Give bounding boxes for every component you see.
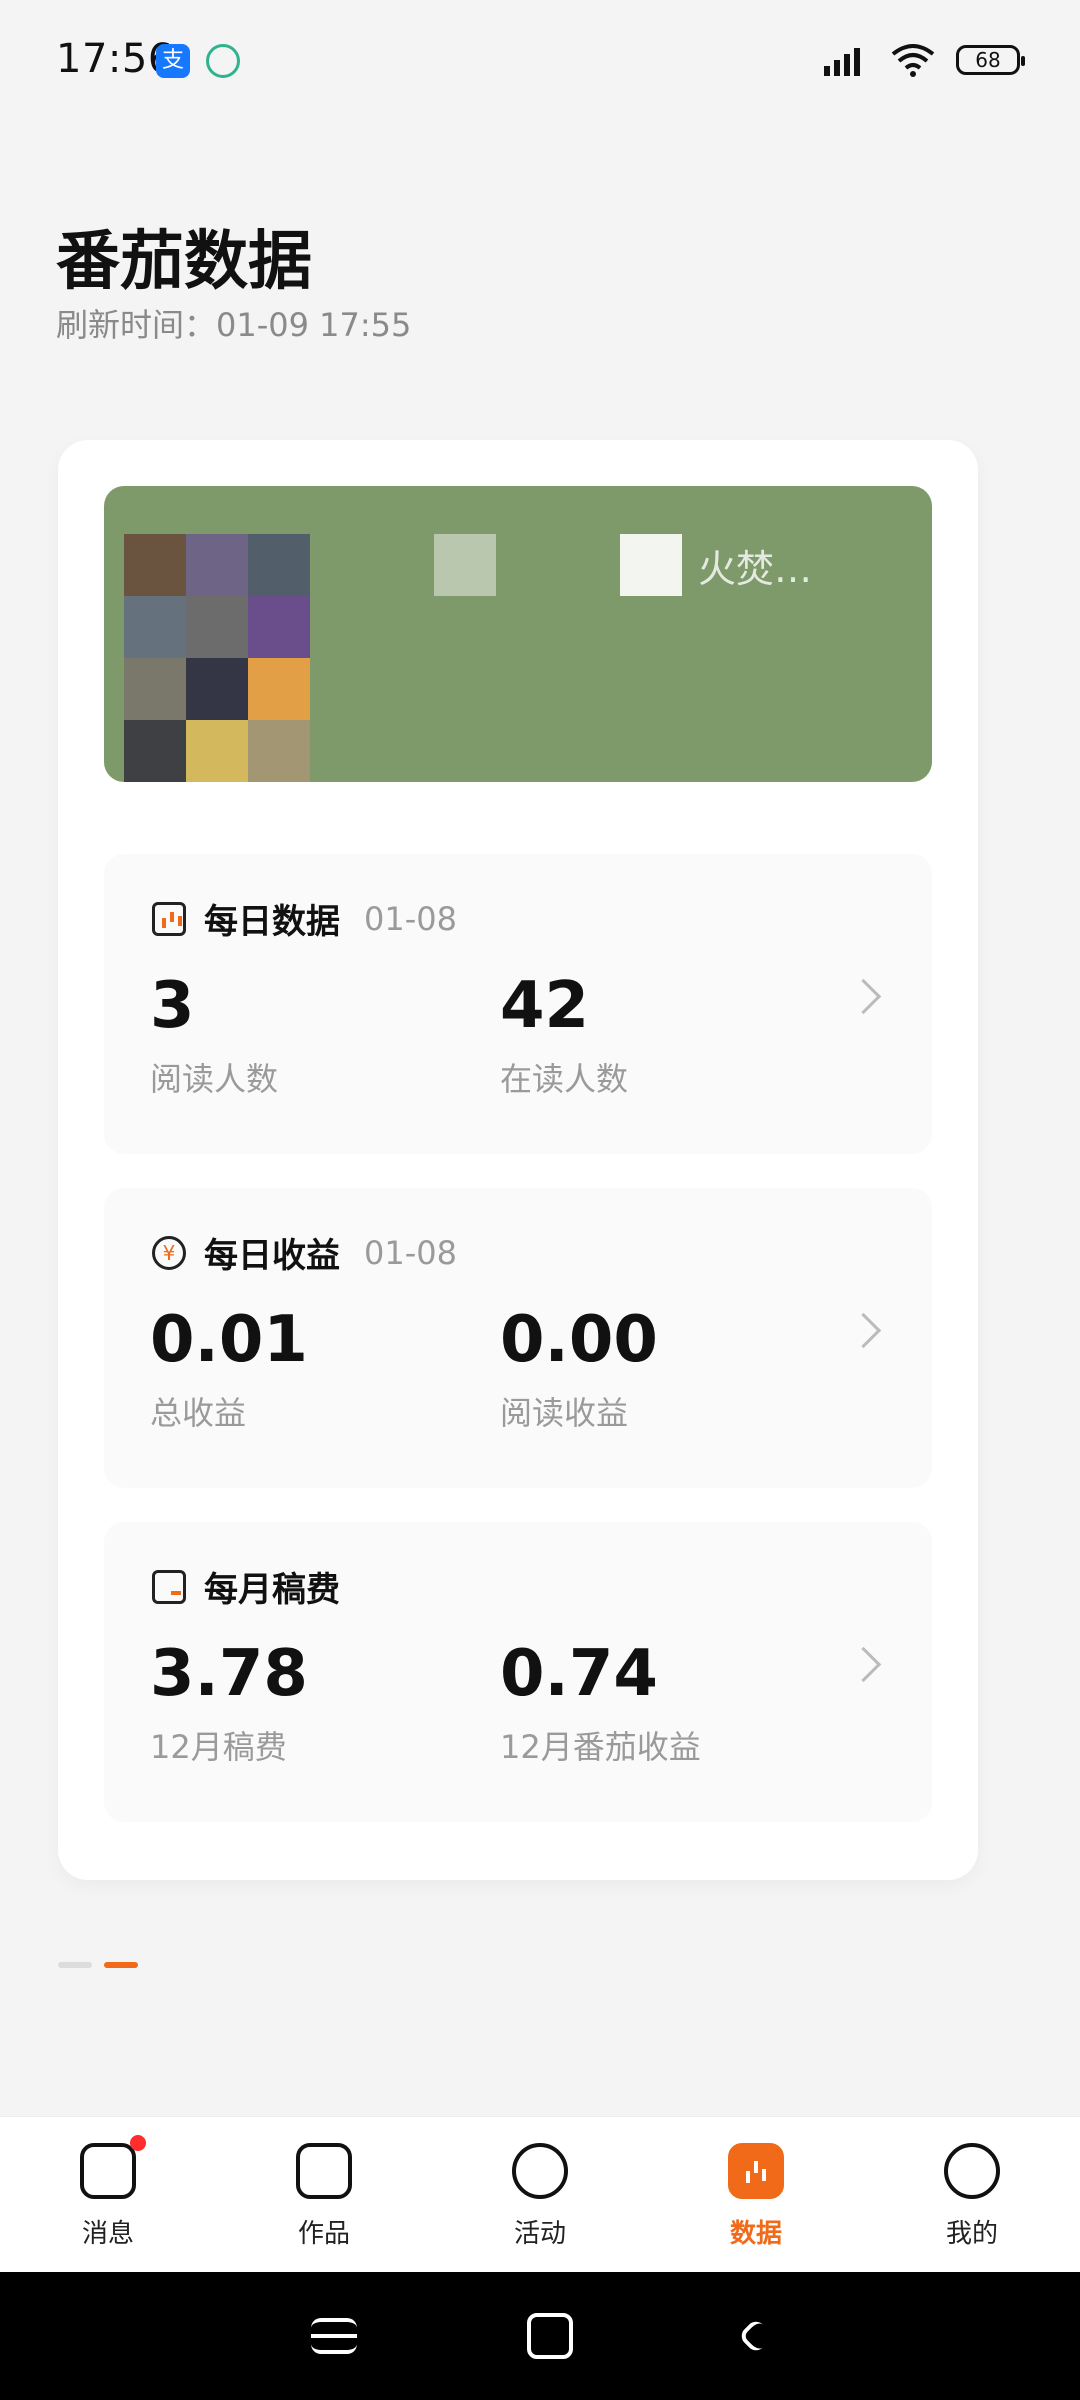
data-icon: [728, 2143, 784, 2199]
compass-icon: [512, 2143, 568, 2199]
signal-icon: [824, 48, 860, 76]
stat-readers: 3 阅读人数: [150, 974, 278, 1100]
section-title: 每日收益: [204, 1236, 340, 1276]
back-icon[interactable]: [737, 2317, 775, 2355]
stat-value: 0.74: [500, 1637, 658, 1711]
stat-label: 在读人数: [500, 1060, 629, 1098]
screen: 17:56 支 68 番茄数据 刷新时间：01-09 17:55 火焚… 每日数…: [0, 0, 1080, 2400]
daily-income-section[interactable]: ¥ 每日收益 01-08 0.01 总收益 0.00 阅读收益: [104, 1188, 932, 1488]
daily-data-section[interactable]: 每日数据 01-08 3 阅读人数 42 在读人数: [104, 854, 932, 1154]
nav-item-profile[interactable]: 我的: [864, 2117, 1080, 2273]
page-dot: [58, 1962, 92, 1968]
stat-value: 3.78: [150, 1637, 308, 1711]
menu-icon[interactable]: [311, 2318, 357, 2354]
stat-label: 阅读人数: [150, 1060, 279, 1098]
notification-badge: [130, 2135, 146, 2151]
page-title: 番茄数据: [56, 224, 312, 299]
nav-item-works[interactable]: 作品: [216, 2117, 432, 2273]
status-right: 68: [820, 40, 1025, 80]
stat-label: 12月番茄收益: [500, 1728, 701, 1766]
section-header: 每日数据 01-08: [152, 894, 457, 943]
nav-label: 作品: [297, 2219, 350, 2249]
nav-label: 数据: [729, 2219, 782, 2249]
section-date: 01-08: [364, 899, 457, 938]
refresh-value: 01-09 17:55: [216, 306, 412, 344]
book-banner[interactable]: 火焚…: [104, 486, 932, 782]
nav-label: 消息: [81, 2219, 134, 2249]
stat-total-income: 0.01 总收益: [150, 1308, 308, 1434]
stat-reading-now: 42 在读人数: [500, 974, 628, 1100]
page-indicator: [58, 1962, 138, 1968]
nav-item-data[interactable]: 数据: [648, 2117, 864, 2273]
works-icon: [296, 2143, 352, 2199]
nav-label: 活动: [513, 2219, 566, 2249]
stat-monthly-tomato-income: 0.74 12月番茄收益: [500, 1642, 701, 1768]
page-dot-active: [104, 1962, 138, 1968]
section-header: ¥ 每日收益 01-08: [152, 1228, 457, 1277]
book-title: 火焚…: [698, 547, 813, 591]
section-date: 01-08: [364, 1233, 457, 1272]
wifi-icon: [891, 44, 935, 77]
battery-level: 68: [975, 48, 1001, 72]
nav-item-messages[interactable]: 消息: [0, 2117, 216, 2273]
status-bar: 17:56 支 68: [0, 0, 1080, 120]
stat-reading-income: 0.00 阅读收益: [500, 1308, 658, 1434]
chevron-right-icon[interactable]: [845, 1312, 882, 1349]
stat-value: 0.01: [150, 1303, 308, 1377]
refresh-time: 刷新时间：01-09 17:55: [56, 300, 411, 346]
system-nav-bar: [0, 2272, 1080, 2400]
battery-icon: 68: [956, 45, 1025, 75]
book-cover-image: [124, 534, 310, 782]
section-header: 每月稿费: [152, 1562, 340, 1611]
stat-monthly-fee: 3.78 12月稿费: [150, 1642, 308, 1768]
monthly-fee-section[interactable]: 每月稿费 3.78 12月稿费 0.74 12月番茄收益: [104, 1522, 932, 1822]
bottom-nav: 消息 作品 活动 数据 我的: [0, 2116, 1080, 2273]
section-title: 每月稿费: [204, 1570, 340, 1610]
chart-icon: [152, 901, 186, 936]
wallet-icon: [152, 1569, 186, 1604]
stat-label: 12月稿费: [150, 1728, 287, 1766]
stat-value: 42: [500, 969, 590, 1043]
chevron-right-icon[interactable]: [845, 978, 882, 1015]
leaf-icon: [206, 44, 240, 78]
home-icon[interactable]: [527, 2313, 573, 2359]
stat-value: 0.00: [500, 1303, 658, 1377]
refresh-label: 刷新时间：: [56, 306, 217, 344]
nav-label: 我的: [945, 2219, 998, 2249]
section-title: 每日数据: [204, 902, 340, 942]
data-card: 火焚… 每日数据 01-08 3 阅读人数 42 在读人数 ¥ 每日收益 01-…: [58, 440, 978, 1880]
nav-item-activity[interactable]: 活动: [432, 2117, 648, 2273]
coin-icon: ¥: [152, 1235, 186, 1270]
message-icon: [80, 2143, 136, 2199]
stat-value: 3: [150, 969, 195, 1043]
stat-label: 阅读收益: [500, 1394, 629, 1432]
alipay-icon: 支: [156, 44, 190, 78]
chevron-right-icon[interactable]: [845, 1646, 882, 1683]
profile-icon: [944, 2143, 1000, 2199]
stat-label: 总收益: [150, 1394, 247, 1432]
